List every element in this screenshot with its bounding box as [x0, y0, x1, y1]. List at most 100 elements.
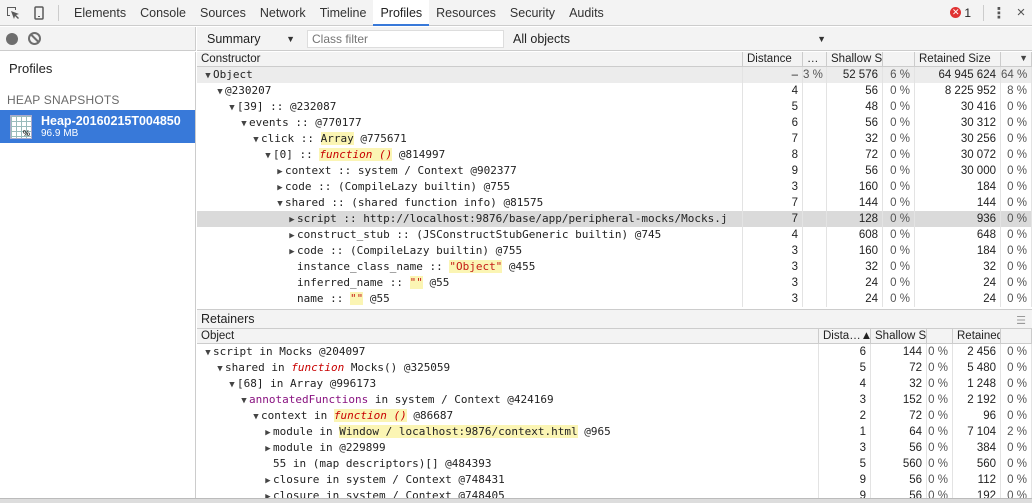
- objects-select[interactable]: All objects ▼: [513, 32, 826, 46]
- object-name-cell: ▼ @230207: [197, 83, 743, 99]
- tab-elements[interactable]: Elements: [67, 0, 133, 26]
- name-part: Window / localhost:9876/context.html: [339, 425, 578, 438]
- table-row[interactable]: ▼ shared in function Mocks() @325059 5 72 0 …: [197, 360, 1032, 376]
- table-row[interactable]: ▶ construct_stub :: (JSConstructStubGener…: [197, 227, 1032, 243]
- column-header[interactable]: Constructor: [197, 52, 743, 66]
- expanded-triangle-icon[interactable]: ▼: [275, 196, 285, 211]
- view-select[interactable]: Summary ▼: [197, 32, 301, 46]
- table-row[interactable]: ▼ annotatedFunctions in system / Context …: [197, 392, 1032, 408]
- retained-size-cell: 192: [953, 488, 1001, 498]
- tab-resources[interactable]: Resources: [429, 0, 503, 26]
- column-header[interactable]: Retained Size: [953, 329, 1001, 343]
- tab-security[interactable]: Security: [503, 0, 562, 26]
- heap-snapshot-item[interactable]: % Heap-20160215T004850 96.9 MB: [0, 110, 195, 143]
- record-icon[interactable]: [6, 32, 18, 45]
- table-row[interactable]: ▶ code :: (CompileLazy builtin) @755 3 160 0…: [197, 243, 1032, 259]
- device-mode-icon[interactable]: [26, 0, 52, 26]
- name-part: @775671: [353, 132, 407, 145]
- column-header[interactable]: Object: [197, 329, 819, 343]
- column-header[interactable]: …: [803, 52, 827, 66]
- table-row[interactable]: ▼ events :: @770177 6 56 0 % 30 312 0 %: [197, 115, 1032, 131]
- column-header[interactable]: Shallow Size: [871, 329, 927, 343]
- class-filter-input[interactable]: [307, 29, 504, 48]
- expanded-triangle-icon[interactable]: ▼: [239, 393, 249, 408]
- table-row[interactable]: ▼ @230207 4 56 0 % 8 225 952 8 %: [197, 83, 1032, 99]
- tab-network[interactable]: Network: [253, 0, 313, 26]
- clear-icon[interactable]: [28, 32, 41, 45]
- collapsed-triangle-icon[interactable]: ▶: [287, 228, 297, 243]
- distance-cell: 5: [743, 99, 803, 115]
- table-row[interactable]: name :: "" @55 3 24 0 % 24 0 %: [197, 291, 1032, 307]
- collapsed-triangle-icon[interactable]: ▶: [263, 473, 273, 488]
- column-header[interactable]: [1001, 329, 1032, 343]
- retained-size-cell: 648: [915, 227, 1001, 243]
- expanded-triangle-icon[interactable]: ▼: [215, 361, 225, 376]
- table-row[interactable]: ▼ shared :: (shared function info) @81575…: [197, 195, 1032, 211]
- retained-percent-cell: 0 %: [1001, 115, 1032, 131]
- retained-percent-cell: 64 %: [1001, 67, 1032, 83]
- expanded-triangle-icon[interactable]: ▼: [239, 116, 249, 131]
- expanded-triangle-icon[interactable]: ▼: [203, 345, 213, 360]
- column-header[interactable]: [883, 52, 915, 66]
- tab-timeline[interactable]: Timeline: [313, 0, 374, 26]
- table-row[interactable]: ▶ module in Window / localhost:9876/conte…: [197, 424, 1032, 440]
- resize-handle-icon[interactable]: ☰: [1016, 312, 1026, 330]
- expanded-triangle-icon[interactable]: ▼: [215, 84, 225, 99]
- table-row[interactable]: ▼ Object –3 % 52 576 6 % 64 945 624 64 %: [197, 67, 1032, 83]
- table-row[interactable]: ▼ [68] in Array @996173 4 32 0 % 1 248 0 %: [197, 376, 1032, 392]
- objects-count-cell: [803, 147, 827, 163]
- expanded-triangle-icon[interactable]: ▼: [251, 132, 261, 147]
- tab-sources[interactable]: Sources: [193, 0, 253, 26]
- collapsed-triangle-icon[interactable]: ▶: [275, 180, 285, 195]
- inspect-element-icon[interactable]: [0, 0, 26, 26]
- table-row[interactable]: ▼ script in Mocks @204097 6 144 0 % 2 456 0 %: [197, 344, 1032, 360]
- distance-cell: 9: [819, 488, 871, 498]
- table-row[interactable]: ▶ script :: http://localhost:9876/base/ap…: [197, 211, 1032, 227]
- collapsed-triangle-icon[interactable]: ▶: [287, 212, 297, 227]
- tab-console[interactable]: Console: [133, 0, 193, 26]
- name-part: script :: http://localhost:9876/base/app…: [297, 212, 728, 225]
- collapsed-triangle-icon[interactable]: ▶: [287, 244, 297, 259]
- close-icon[interactable]: ×: [1010, 4, 1032, 21]
- collapsed-triangle-icon[interactable]: ▶: [263, 489, 273, 498]
- expanded-triangle-icon[interactable]: ▼: [203, 68, 213, 83]
- expanded-triangle-icon[interactable]: ▼: [227, 100, 237, 115]
- table-row[interactable]: ▶ closure in system / Context @748431 9 56 0…: [197, 472, 1032, 488]
- retained-size-cell: 184: [915, 243, 1001, 259]
- table-row[interactable]: inferred_name :: "" @55 3 24 0 % 24 0 %: [197, 275, 1032, 291]
- table-row[interactable]: ▶ code :: (CompileLazy builtin) @755 3 160 0…: [197, 179, 1032, 195]
- table-row[interactable]: ▼ [0] :: function () @814997 8 72 0 % 30 072 0…: [197, 147, 1032, 163]
- column-header[interactable]: [927, 329, 953, 343]
- table-row[interactable]: ▶ context :: system / Context @902377 9 56 0…: [197, 163, 1032, 179]
- retained-size-cell: 936: [915, 211, 1001, 227]
- table-row[interactable]: instance_class_name :: "Object" @455 3 32 0…: [197, 259, 1032, 275]
- table-row[interactable]: ▶ module in @229899 3 56 0 % 384 0 %: [197, 440, 1032, 456]
- kebab-menu-icon[interactable]: ⋮: [988, 4, 1010, 22]
- tab-profiles[interactable]: Profiles: [373, 0, 430, 26]
- expanded-triangle-icon[interactable]: ▼: [263, 148, 273, 163]
- distance-cell: 9: [819, 472, 871, 488]
- retained-percent-cell: 0 %: [1001, 275, 1032, 291]
- objects-count-cell: [803, 291, 827, 307]
- column-header[interactable]: Dista…▲: [819, 329, 871, 343]
- column-header[interactable]: Shallow Size: [827, 52, 883, 66]
- collapsed-triangle-icon[interactable]: ▶: [263, 441, 273, 456]
- retained-size-cell: 64 945 624: [915, 67, 1001, 83]
- column-header[interactable]: Retained Size: [915, 52, 1001, 66]
- tab-audits[interactable]: Audits: [562, 0, 611, 26]
- table-row[interactable]: 55 in (map descriptors)[] @484393 5 560 0 %…: [197, 456, 1032, 472]
- retained-percent-cell: 0 %: [1001, 456, 1032, 472]
- retained-size-cell: 24: [915, 275, 1001, 291]
- error-counter[interactable]: ✕ 1: [942, 6, 979, 20]
- table-row[interactable]: ▼ context in function () @86687 2 72 0 % 96 0 …: [197, 408, 1032, 424]
- column-header[interactable]: Distance: [743, 52, 803, 66]
- table-row[interactable]: ▼ click :: Array @775671 7 32 0 % 30 256 0 %: [197, 131, 1032, 147]
- table-row[interactable]: ▶ closure in system / Context @748405 9 56 0…: [197, 488, 1032, 498]
- collapsed-triangle-icon[interactable]: ▶: [275, 164, 285, 179]
- expanded-triangle-icon[interactable]: ▼: [227, 377, 237, 392]
- table-row[interactable]: ▼ [39] :: @232087 5 48 0 % 30 416 0 %: [197, 99, 1032, 115]
- shallow-percent-cell: 0 %: [927, 424, 953, 440]
- collapsed-triangle-icon[interactable]: ▶: [263, 425, 273, 440]
- expanded-triangle-icon[interactable]: ▼: [251, 409, 261, 424]
- shallow-percent-cell: 0 %: [927, 472, 953, 488]
